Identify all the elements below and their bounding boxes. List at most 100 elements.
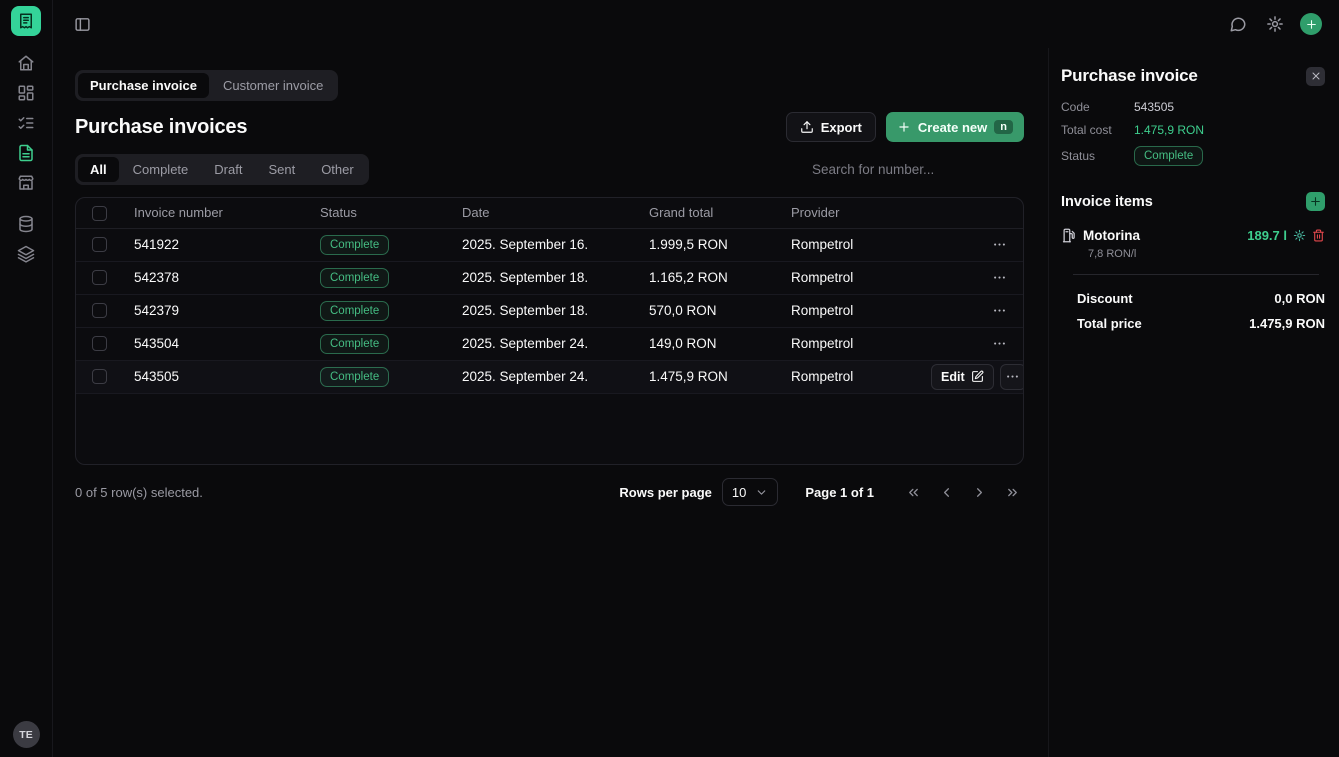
status-badge: Complete — [320, 367, 389, 387]
status-badge: Complete — [320, 301, 389, 321]
tab-customer-invoice[interactable]: Customer invoice — [211, 73, 335, 98]
next-page-button[interactable] — [967, 480, 991, 504]
page-body: Purchase invoice Customer invoice Purcha… — [53, 48, 1339, 757]
content-area: Purchase invoice Customer invoice Purcha… — [53, 0, 1339, 757]
layers-icon — [17, 245, 35, 263]
close-panel-button[interactable] — [1306, 67, 1325, 86]
trash-icon — [1312, 229, 1325, 242]
row-checkbox[interactable] — [92, 369, 107, 384]
cell-invoice-number: 543504 — [124, 327, 310, 360]
sidebar-item-dashboard[interactable] — [8, 78, 44, 108]
cell-provider: Rompetrol — [781, 228, 921, 261]
chat-button[interactable] — [1226, 12, 1250, 36]
title-actions: Export Create new n — [786, 112, 1024, 142]
shortcut-badge: n — [994, 120, 1013, 134]
page-indicator: Page 1 of 1 — [805, 485, 874, 500]
invoice-item: Motorina 189.7 l 7,8 RON/l — [1061, 228, 1325, 260]
row-actions-button[interactable] — [1000, 364, 1023, 390]
tab-purchase-invoice[interactable]: Purchase invoice — [78, 73, 209, 98]
dashboard-icon — [17, 84, 35, 102]
sidebar-item-tasks[interactable] — [8, 108, 44, 138]
cell-invoice-number: 541922 — [124, 228, 310, 261]
sidebar-item-database[interactable] — [8, 209, 44, 239]
settings-button[interactable] — [1263, 12, 1287, 36]
table-row[interactable]: 542379 Complete 2025. September 18. 570,… — [76, 294, 1023, 327]
sidebar-item-home[interactable] — [8, 48, 44, 78]
item-settings-button[interactable] — [1293, 229, 1306, 242]
pencil-icon — [971, 370, 984, 383]
filter-other[interactable]: Other — [309, 157, 366, 182]
store-icon — [17, 174, 35, 192]
item-delete-button[interactable] — [1312, 229, 1325, 242]
filter-sent[interactable]: Sent — [256, 157, 307, 182]
sidebar-toggle-button[interactable] — [70, 12, 94, 36]
row-actions-button[interactable] — [987, 299, 1011, 323]
status-filter-tabs: All Complete Draft Sent Other — [75, 154, 369, 185]
close-icon — [1310, 70, 1322, 82]
first-page-button[interactable] — [901, 480, 925, 504]
filter-all[interactable]: All — [78, 157, 119, 182]
row-actions-button[interactable] — [987, 332, 1011, 356]
column-provider: Provider — [781, 198, 921, 228]
add-item-button[interactable] — [1306, 192, 1325, 211]
search-input[interactable] — [812, 162, 1024, 177]
row-checkbox[interactable] — [92, 237, 107, 252]
chat-icon — [1229, 15, 1247, 33]
ellipsis-icon — [992, 237, 1007, 252]
status-badge: Complete — [320, 334, 389, 354]
select-all-checkbox[interactable] — [92, 206, 107, 221]
cell-grand-total: 1.999,5 RON — [639, 228, 781, 261]
invoice-type-tabs: Purchase invoice Customer invoice — [75, 70, 338, 101]
edit-row-button[interactable]: Edit — [931, 364, 994, 390]
previous-page-button[interactable] — [934, 480, 958, 504]
table-row[interactable]: 543505 Complete 2025. September 24. 1.47… — [76, 360, 1023, 393]
cell-grand-total: 570,0 RON — [639, 294, 781, 327]
row-checkbox[interactable] — [92, 336, 107, 351]
app-logo-icon[interactable] — [11, 6, 41, 36]
create-new-button[interactable]: Create new n — [886, 112, 1024, 142]
row-checkbox[interactable] — [92, 270, 107, 285]
total-price-row: Total price 1.475,9 RON — [1061, 316, 1325, 331]
filter-draft[interactable]: Draft — [202, 157, 254, 182]
row-checkbox[interactable] — [92, 303, 107, 318]
chevron-left-icon — [939, 485, 954, 500]
sidebar-item-store[interactable] — [8, 168, 44, 198]
table-row[interactable]: 541922 Complete 2025. September 16. 1.99… — [76, 228, 1023, 261]
filter-complete[interactable]: Complete — [121, 157, 201, 182]
sidebar-item-stacks[interactable] — [8, 239, 44, 269]
pager-buttons — [901, 480, 1024, 504]
upload-icon — [800, 120, 814, 134]
cell-grand-total: 149,0 RON — [639, 327, 781, 360]
chevrons-right-icon — [1005, 485, 1020, 500]
cell-date: 2025. September 18. — [452, 261, 639, 294]
sidebar-item-invoices[interactable] — [8, 138, 44, 168]
title-row: Purchase invoices Export Create new n — [75, 112, 1024, 142]
cell-invoice-number: 543505 — [124, 360, 310, 393]
quick-add-button[interactable] — [1300, 13, 1322, 35]
table-row[interactable]: 542378 Complete 2025. September 18. 1.16… — [76, 261, 1023, 294]
chevrons-left-icon — [906, 485, 921, 500]
user-avatar[interactable]: TE — [13, 721, 40, 748]
export-label: Export — [821, 120, 862, 135]
item-unit-price: 7,8 RON/l — [1088, 248, 1325, 260]
export-button[interactable]: Export — [786, 112, 876, 142]
plus-icon — [1305, 18, 1318, 31]
table-row[interactable]: 543504 Complete 2025. September 24. 149,… — [76, 327, 1023, 360]
gear-icon — [1266, 15, 1284, 33]
status-badge: Complete — [320, 235, 389, 255]
status-badge: Complete — [1134, 146, 1203, 166]
row-actions-button[interactable] — [987, 266, 1011, 290]
last-page-button[interactable] — [1000, 480, 1024, 504]
page-title: Purchase invoices — [75, 116, 247, 139]
discount-label: Discount — [1077, 291, 1133, 306]
column-date: Date — [452, 198, 639, 228]
database-icon — [17, 215, 35, 233]
row-actions-button[interactable] — [987, 233, 1011, 257]
list-checks-icon — [17, 114, 35, 132]
cell-grand-total: 1.165,2 RON — [639, 261, 781, 294]
items-divider — [1073, 274, 1319, 275]
filter-row: All Complete Draft Sent Other — [75, 154, 1024, 185]
rows-per-page-value: 10 — [732, 485, 746, 500]
field-value-total-cost: 1.475,9 RON — [1134, 123, 1325, 137]
rows-per-page-select[interactable]: 10 — [722, 478, 778, 506]
